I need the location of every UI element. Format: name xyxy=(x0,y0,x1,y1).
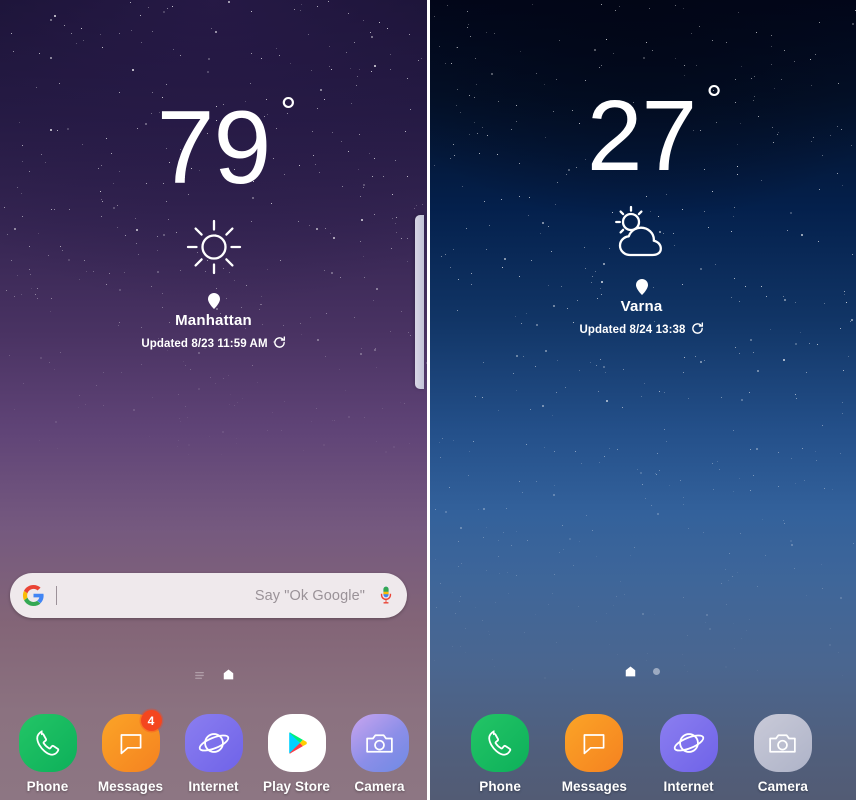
bixby-lines-icon[interactable] xyxy=(193,668,206,681)
right-updated-row: Updated 8/24 13:38 xyxy=(427,322,856,338)
play-store-icon[interactable] xyxy=(267,714,326,772)
app-play-store[interactable]: Play Store xyxy=(255,714,338,794)
messages-badge: 4 xyxy=(140,710,162,731)
app-label-camera: Camera xyxy=(354,779,405,794)
search-input[interactable]: Say "Ok Google" xyxy=(57,588,379,604)
app-messages[interactable]: 4 Messages xyxy=(89,710,172,794)
app-camera[interactable]: Camera xyxy=(736,714,830,794)
left-updated-row: Updated 8/23 11:59 AM xyxy=(0,336,427,352)
right-updated-text: Updated 8/24 13:38 xyxy=(579,324,686,336)
app-label-phone: Phone xyxy=(26,779,69,794)
app-camera[interactable]: Camera xyxy=(338,714,421,794)
panel-divider xyxy=(427,0,430,800)
refresh-icon[interactable] xyxy=(273,336,286,352)
app-label-messages: Messages xyxy=(97,779,164,794)
phone-icon[interactable] xyxy=(471,714,530,772)
right-degree-symbol: ° xyxy=(706,78,723,122)
app-label-messages: Messages xyxy=(561,779,628,794)
left-page-indicator[interactable] xyxy=(0,668,427,681)
right-weather-widget[interactable]: 27 ° Varna Updated 8/24 13:38 xyxy=(427,80,856,338)
messages-icon[interactable] xyxy=(565,714,624,772)
right-dock: Phone Messages Internet Camera xyxy=(427,714,856,794)
left-home-screen: 79 ° Manhattan Updated 8/23 11:59 AM Say… xyxy=(0,0,427,800)
home-page-icon[interactable] xyxy=(624,665,637,678)
camera-icon[interactable] xyxy=(753,714,812,772)
internet-icon[interactable] xyxy=(184,714,243,772)
left-updated-text: Updated 8/23 11:59 AM xyxy=(141,338,268,350)
google-g-icon xyxy=(22,584,45,607)
right-temperature-group: 27 ° xyxy=(587,80,722,186)
camera-icon[interactable] xyxy=(350,714,409,772)
edge-panel-handle[interactable] xyxy=(415,215,424,389)
microphone-icon[interactable] xyxy=(379,585,393,607)
page-dot[interactable] xyxy=(652,668,660,675)
app-label-camera: Camera xyxy=(757,779,808,794)
phone-icon[interactable] xyxy=(18,714,77,772)
sun-behind-cloud-icon xyxy=(427,202,856,264)
left-city-label: Manhattan xyxy=(175,312,252,329)
left-temperature-value: 79 xyxy=(156,90,272,206)
app-internet[interactable]: Internet xyxy=(172,714,255,794)
app-internet[interactable]: Internet xyxy=(642,714,736,794)
right-home-screen: 27 ° Varna Updated 8/24 13:38 Phone Mess… xyxy=(427,0,856,800)
location-pin-icon xyxy=(0,292,427,310)
right-page-indicator[interactable] xyxy=(427,665,856,678)
left-weather-widget[interactable]: 79 ° Manhattan Updated 8/23 11:59 AM xyxy=(0,92,427,352)
internet-icon[interactable] xyxy=(659,714,718,772)
app-phone[interactable]: Phone xyxy=(453,714,547,794)
left-degree-symbol: ° xyxy=(280,90,297,134)
sun-icon xyxy=(0,216,427,278)
app-label-play-store: Play Store xyxy=(262,779,331,794)
refresh-icon[interactable] xyxy=(691,322,704,338)
app-label-phone: Phone xyxy=(479,779,521,794)
left-temperature-group: 79 ° xyxy=(157,92,297,200)
dual-phone-screenshot: 79 ° Manhattan Updated 8/23 11:59 AM Say… xyxy=(0,0,856,800)
right-city-label: Varna xyxy=(620,298,663,315)
app-phone[interactable]: Phone xyxy=(6,714,89,794)
left-dock: Phone 4 Messages Internet Play Store Cam… xyxy=(0,710,427,794)
messages-icon[interactable]: 4 xyxy=(101,710,162,772)
app-messages[interactable]: Messages xyxy=(547,714,641,794)
app-label-internet: Internet xyxy=(188,779,239,794)
location-pin-icon xyxy=(427,278,856,296)
right-temperature-value: 27 xyxy=(586,80,697,192)
home-page-icon[interactable] xyxy=(222,668,235,681)
app-label-internet: Internet xyxy=(663,779,714,794)
google-search-bar[interactable]: Say "Ok Google" xyxy=(10,573,407,618)
